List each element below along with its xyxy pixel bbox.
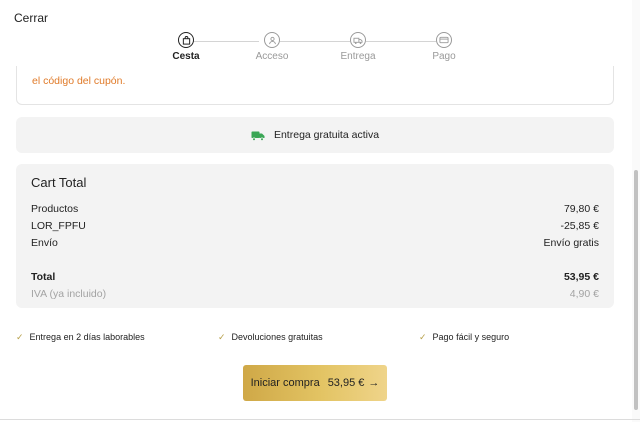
row-label: Productos (31, 202, 79, 215)
feature-text: Entrega en 2 días laborables (29, 332, 145, 342)
vat-value: 4,90 € (569, 287, 599, 300)
row-total: Total 53,95 € (31, 268, 599, 285)
divider (0, 419, 640, 420)
check-icon: ✓ (218, 332, 226, 342)
step-entrega[interactable]: Entrega (328, 32, 388, 62)
checkout-stepper: Cesta Acceso Entrega Pago (0, 32, 628, 66)
card-icon (436, 32, 452, 48)
cart-total-title: Cart Total (31, 175, 87, 190)
step-cesta[interactable]: Cesta (156, 32, 216, 62)
vat-label: IVA (ya incluido) (31, 287, 107, 300)
step-label: Pago (432, 51, 456, 62)
row-productos: Productos 79,80 € (31, 200, 599, 217)
cart-total-panel: Cart Total Productos 79,80 € LOR_FPFU -2… (16, 164, 614, 308)
scrollbar-thumb[interactable] (634, 170, 638, 410)
total-value: 53,95 € (563, 270, 599, 283)
cta-amount: 53,95 € (327, 377, 365, 389)
scrollbar[interactable] (632, 0, 640, 422)
check-icon: ✓ (16, 332, 24, 342)
feature-item: ✓ Entrega en 2 días laborables (16, 332, 145, 343)
free-shipping-banner: Entrega gratuita activa (16, 117, 614, 153)
feature-item: ✓ Devoluciones gratuitas (218, 332, 323, 343)
free-shipping-text: Entrega gratuita activa (273, 129, 380, 141)
row-vat: IVA (ya incluido) 4,90 € (31, 285, 599, 302)
step-acceso[interactable]: Acceso (242, 32, 302, 62)
bag-icon (178, 32, 194, 48)
step-label: Cesta (172, 51, 200, 62)
step-label: Acceso (255, 51, 289, 62)
row-coupon: LOR_FPFU -25,85 € (31, 217, 599, 234)
step-label: Entrega (340, 51, 376, 62)
row-envio: Envío Envío gratis (31, 234, 599, 251)
close-link[interactable]: Cerrar (14, 11, 48, 25)
row-label: LOR_FPFU (31, 219, 86, 232)
truck-icon (251, 131, 265, 141)
user-icon (264, 32, 280, 48)
row-value: -25,85 € (560, 219, 599, 232)
row-label: Envío (31, 236, 58, 249)
arrow-right-icon: → (368, 377, 380, 389)
cart-content: el código del cupón. Entrega gratuita ac… (16, 66, 614, 308)
step-pago[interactable]: Pago (414, 32, 474, 62)
total-label: Total (31, 270, 56, 283)
feature-text: Pago fácil y seguro (432, 332, 510, 342)
truck-icon (350, 32, 366, 48)
row-value: 79,80 € (563, 202, 599, 215)
coupon-text: el código del cupón. (32, 75, 126, 87)
coupon-box: el código del cupón. (16, 66, 614, 105)
cta-label: Iniciar compra (250, 377, 320, 389)
feature-text: Devoluciones gratuitas (231, 332, 323, 342)
start-purchase-button[interactable]: Iniciar compra 53,95 € → (243, 365, 387, 401)
check-icon: ✓ (419, 332, 427, 342)
feature-item: ✓ Pago fácil y seguro (419, 332, 509, 343)
row-value: Envío gratis (543, 236, 599, 249)
